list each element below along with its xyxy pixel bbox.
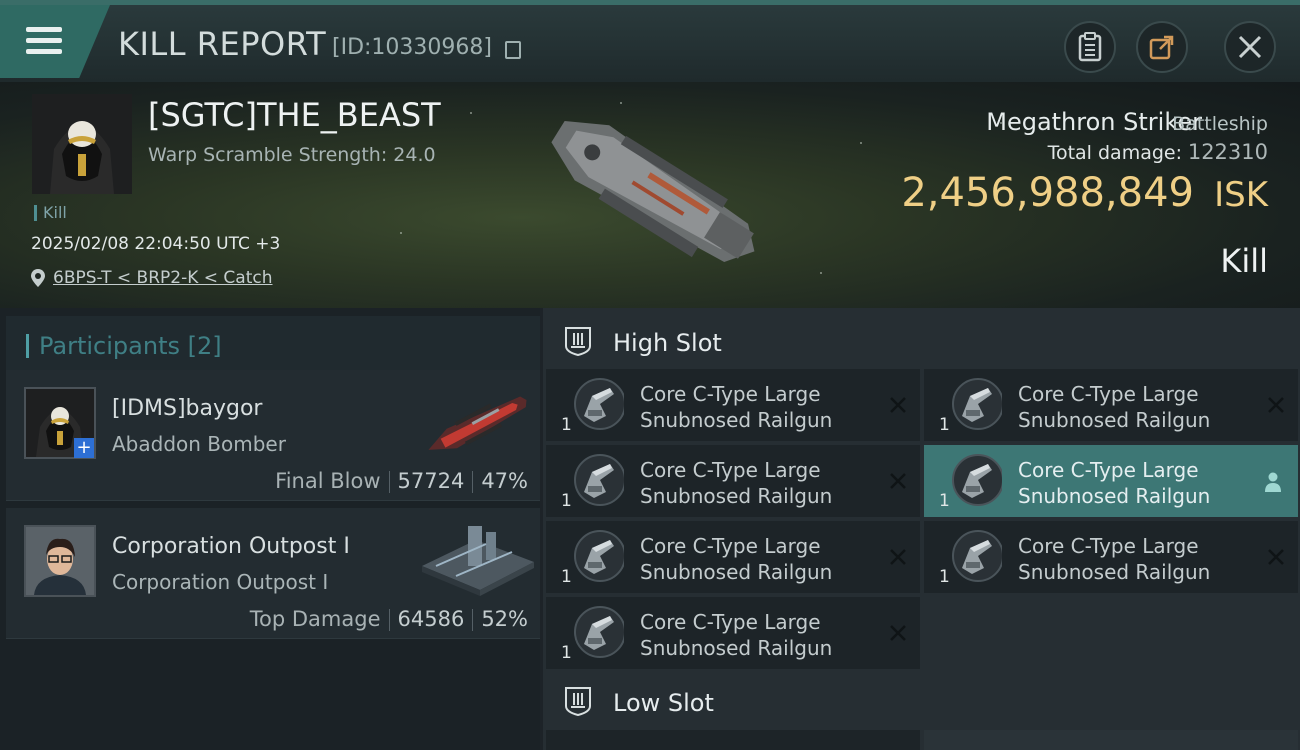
clipboard-button[interactable] (1064, 21, 1116, 73)
victim-avatar[interactable] (32, 94, 132, 194)
close-button[interactable] (1224, 21, 1276, 73)
module-slot-partial[interactable] (546, 730, 920, 750)
destroyed-icon (890, 549, 906, 565)
location-link[interactable]: 6BPS-T < BRP2-K < Catch (53, 268, 272, 288)
module-slot[interactable]: 1 Core C-Type Large Snubnosed Railgun (546, 521, 920, 593)
low-slot-icon (565, 687, 591, 716)
participant-damage: 57724 (397, 469, 465, 493)
total-damage-label: Total damage: (1047, 142, 1182, 164)
participants-header: Participants [2] (6, 316, 540, 372)
warp-scramble-strength: Warp Scramble Strength: 24.0 (148, 144, 436, 166)
participant-role: Final Blow (275, 469, 381, 493)
participants-panel: Participants [2] + [IDMS]baygor Abaddon … (0, 308, 540, 750)
high-slot-header: High Slot (543, 312, 1300, 370)
module-name: Core C-Type Large Snubnosed Railgun (640, 382, 833, 432)
top-bar: KILL REPORT [ID:10330968] (0, 0, 1300, 82)
participant-ship: Corporation Outpost I (112, 570, 329, 594)
module-name: Core C-Type Large Snubnosed Railgun (640, 458, 833, 508)
participant-damage: 64586 (397, 607, 465, 631)
kill-type: Kill (1220, 242, 1268, 280)
destroyed-icon (890, 397, 906, 413)
participants-title: Participants [2] (26, 334, 222, 358)
participant-percent: 47% (481, 469, 528, 493)
module-quantity: 1 (561, 643, 572, 663)
participant-avatar[interactable] (24, 525, 96, 597)
isk-unit: ISK (1214, 175, 1268, 215)
module-slot[interactable]: 1 Core C-Type Large Snubnosed Railgun (546, 445, 920, 517)
fitting-panel: High Slot 1 Core C-Type Large Snubnosed R… (543, 308, 1300, 750)
railgun-icon (574, 606, 624, 658)
railgun-icon (574, 454, 624, 506)
ship-class: Battleship (1172, 113, 1268, 135)
participant-row[interactable]: Corporation Outpost I Corporation Outpos… (6, 508, 540, 639)
module-slot[interactable]: 1 Core C-Type Large Snubnosed Railgun (924, 369, 1298, 441)
share-icon (1149, 35, 1174, 60)
module-quantity: 1 (561, 491, 572, 511)
destroyed-icon (890, 625, 906, 641)
destroyed-icon (1268, 549, 1284, 565)
participant-percent: 52% (481, 607, 528, 631)
module-slot[interactable]: 1 Core C-Type Large Snubnosed Railgun (924, 445, 1298, 517)
module-slot-partial[interactable] (924, 730, 1298, 750)
module-slot[interactable]: 1 Core C-Type Large Snubnosed Railgun (546, 369, 920, 441)
module-slot[interactable]: 1 Core C-Type Large Snubnosed Railgun (546, 597, 920, 669)
structure-thumbnail (422, 526, 534, 596)
menu-button[interactable] (0, 5, 110, 78)
participant-stats: Final Blow 57724 47% (275, 469, 528, 493)
railgun-icon (952, 454, 1002, 506)
module-quantity: 1 (561, 567, 572, 587)
plus-icon: + (74, 438, 94, 458)
isk-value: 2,456,988,849 (901, 170, 1194, 216)
participant-name[interactable]: Corporation Outpost I (112, 534, 350, 559)
participant-stats: Top Damage 64586 52% (250, 607, 528, 631)
railgun-icon (574, 378, 624, 430)
participants-count: [2] (187, 332, 222, 360)
ship-name[interactable]: Megathron Striker (986, 108, 1202, 136)
high-slot-icon (565, 327, 591, 356)
ship-thumbnail (428, 396, 527, 450)
module-quantity: 1 (939, 415, 950, 435)
close-icon (1238, 35, 1262, 59)
module-quantity: 1 (939, 567, 950, 587)
module-quantity: 1 (939, 491, 950, 511)
total-damage-value: 122310 (1187, 140, 1268, 164)
participant-name[interactable]: [IDMS]baygor (112, 396, 262, 421)
railgun-icon (952, 378, 1002, 430)
clipboard-icon (1078, 32, 1102, 62)
victim-summary: [SGTC]THE_BEAST Warp Scramble Strength: … (0, 82, 1300, 308)
module-name: Core C-Type Large Snubnosed Railgun (1018, 534, 1211, 584)
participant-ship: Abaddon Bomber (112, 432, 286, 456)
railgun-icon (952, 530, 1002, 582)
kill-timestamp: 2025/02/08 22:04:50 UTC +3 (31, 234, 281, 254)
high-slot-title: High Slot (613, 329, 722, 357)
module-name: Core C-Type Large Snubnosed Railgun (640, 534, 833, 584)
copy-icon[interactable] (505, 41, 521, 59)
low-slot-title: Low Slot (613, 689, 714, 717)
share-button[interactable] (1136, 21, 1188, 73)
destroyed-icon (1268, 397, 1284, 413)
module-name: Core C-Type Large Snubnosed Railgun (640, 610, 833, 660)
victim-name[interactable]: [SGTC]THE_BEAST (148, 96, 441, 134)
kill-tag: Kill (34, 205, 67, 221)
participant-row[interactable]: + [IDMS]baygor Abaddon Bomber Final Blow… (6, 370, 540, 501)
report-id: [ID:10330968] (332, 35, 492, 60)
participant-role: Top Damage (249, 607, 381, 631)
ship-render (551, 120, 755, 262)
page-title: KILL REPORT (118, 25, 327, 63)
person-icon (1265, 472, 1281, 492)
low-slot-header: Low Slot (543, 672, 1300, 730)
module-slot[interactable]: 1 Core C-Type Large Snubnosed Railgun (924, 521, 1298, 593)
destroyed-icon (890, 473, 906, 489)
railgun-icon (574, 530, 624, 582)
module-name: Core C-Type Large Snubnosed Railgun (1018, 382, 1211, 432)
location-pin-icon (31, 269, 45, 287)
module-name: Core C-Type Large Snubnosed Railgun (1018, 458, 1211, 508)
module-quantity: 1 (561, 415, 572, 435)
